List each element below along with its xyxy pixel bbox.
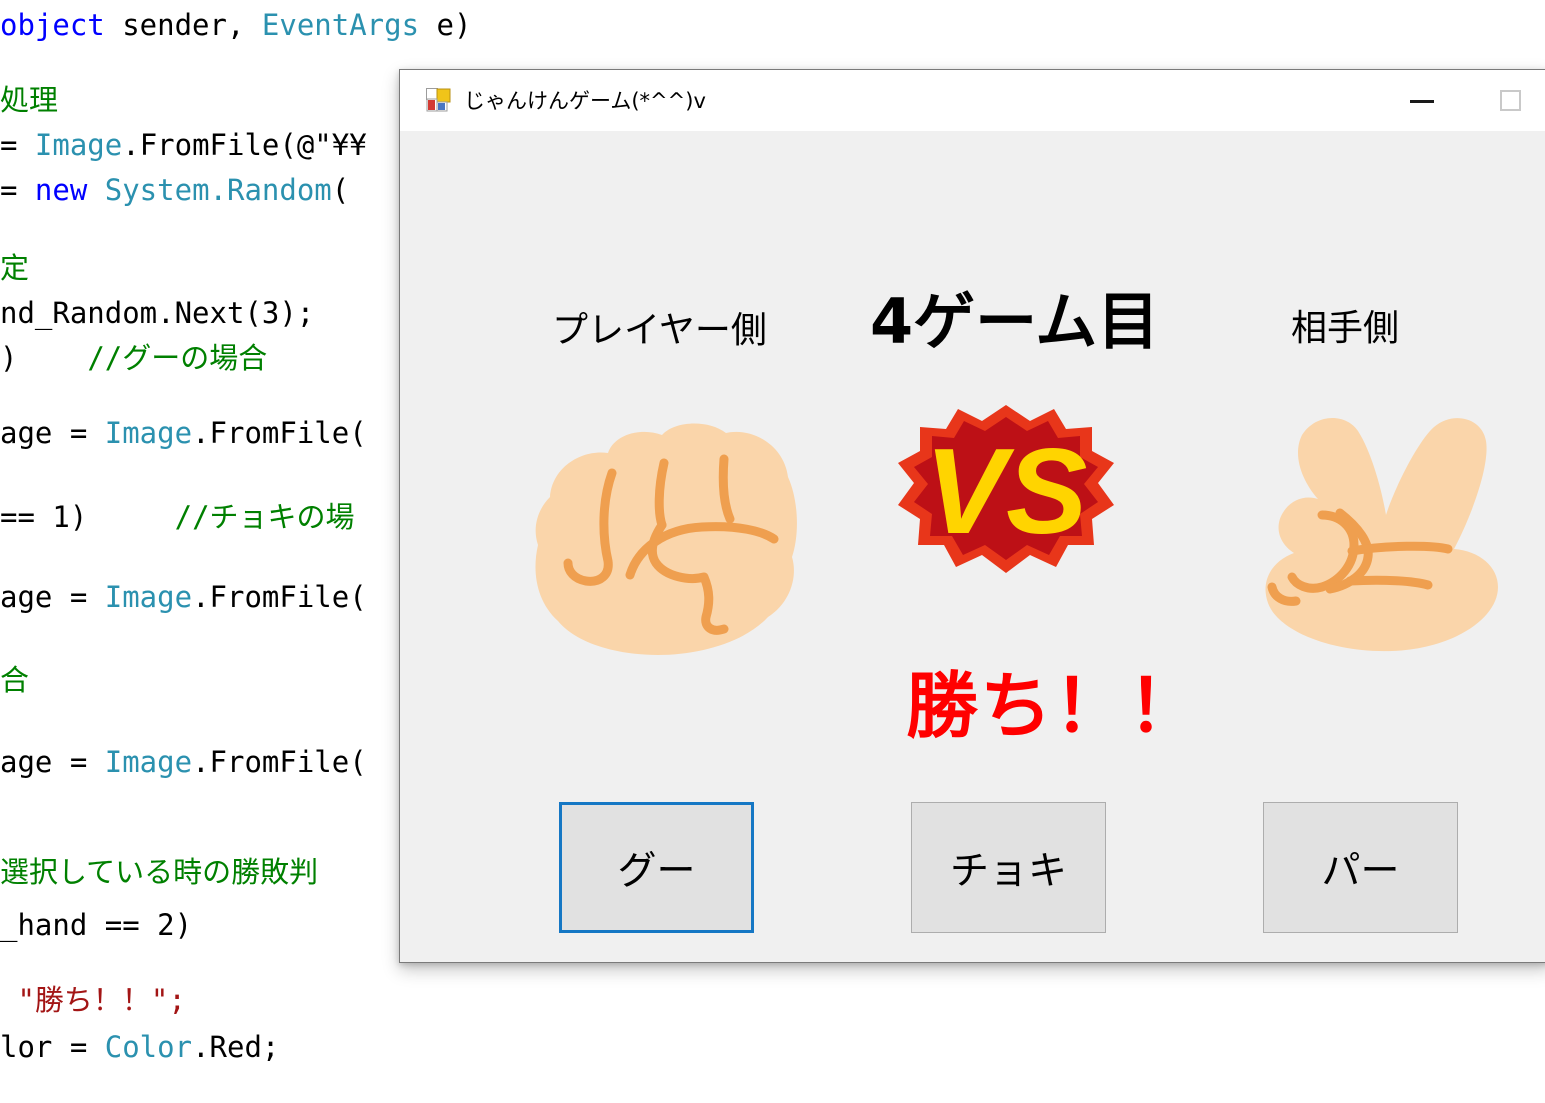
player-hand-picture — [512, 405, 808, 661]
code-token: ) — [0, 341, 88, 375]
jankenpon-game-window: じゃんけんゲーム(*^^)v プレイヤー側 4ゲーム目 相手側 VS 勝ち！！ … — [399, 69, 1545, 963]
code-line: _hand == 2) — [0, 900, 192, 950]
code-token: .FromFile(@"¥¥ — [122, 128, 367, 162]
opponent-hand-picture — [1236, 405, 1532, 661]
code-line: "勝ち！！"; — [0, 975, 186, 1025]
winforms-app-icon — [426, 88, 451, 113]
code-line: age = Image.FromFile( — [0, 572, 367, 622]
code-token: 処理 — [0, 83, 59, 117]
window-titlebar[interactable]: じゃんけんゲーム(*^^)v — [400, 70, 1545, 131]
maximize-button[interactable] — [1476, 70, 1545, 131]
rock-button[interactable]: グー — [559, 802, 754, 933]
minimize-icon — [1410, 99, 1434, 103]
code-token: 定 — [0, 251, 30, 285]
code-token: .FromFile( — [192, 416, 367, 450]
code-line: nd_Random.Next(3); — [0, 288, 314, 338]
code-token: System.Random — [104, 173, 332, 207]
game-count-label: 4ゲーム目 — [870, 285, 1160, 358]
code-token: ( — [331, 173, 350, 207]
vs-label: VS — [925, 423, 1088, 559]
code-line: 処理 — [0, 75, 58, 125]
scissors-button[interactable]: チョキ — [911, 802, 1106, 933]
opponent-side-label: 相手側 — [1291, 308, 1400, 349]
code-token: //チョキの場 — [174, 500, 355, 534]
code-token: 合 — [0, 663, 30, 697]
code-token: .Red; — [192, 1030, 280, 1064]
code-token: age = — [0, 416, 105, 450]
form-client-area: プレイヤー側 4ゲーム目 相手側 VS 勝ち！！ グー チョキ パー — [400, 131, 1545, 962]
code-token: Image — [34, 128, 123, 162]
code-token: Color — [104, 1030, 193, 1064]
code-token: lor = — [0, 1030, 105, 1064]
code-token: EventArgs — [261, 8, 437, 42]
code-token: nd_Random.Next(3); — [0, 296, 315, 330]
code-line: age = Image.FromFile( — [0, 408, 367, 458]
window-title: じゃんけんゲーム(*^^)v — [464, 89, 706, 113]
code-token: sender, — [122, 8, 262, 42]
result-label: 勝ち！！ — [906, 664, 1203, 748]
code-token: == 1) — [0, 500, 175, 534]
code-token: Image — [104, 745, 193, 779]
code-token: age = — [0, 580, 105, 614]
maximize-icon — [1500, 89, 1521, 111]
code-token: _hand == 2) — [0, 908, 193, 942]
code-line: age = Image.FromFile( — [0, 737, 367, 787]
code-token: //グーの場合 — [87, 341, 268, 375]
paper-button[interactable]: パー — [1263, 802, 1458, 933]
code-token: 選択している時の勝敗判 — [0, 855, 319, 889]
code-line: == 1) //チョキの場 — [0, 492, 355, 542]
code-line: 定 — [0, 243, 29, 293]
code-line: 合 — [0, 655, 29, 705]
code-line: 選択している時の勝敗判 — [0, 847, 318, 897]
code-line: = new System.Random( — [0, 165, 349, 215]
code-token: .FromFile( — [192, 580, 367, 614]
minimize-button[interactable] — [1387, 70, 1457, 131]
vs-badge: VS — [896, 403, 1116, 575]
code-token: e) — [436, 8, 472, 42]
code-token: age = — [0, 745, 105, 779]
player-side-label: プレイヤー側 — [552, 310, 767, 351]
code-line: object sender, EventArgs e) — [0, 0, 471, 50]
code-token: = — [0, 128, 35, 162]
code-line: lor = Color.Red; — [0, 1022, 279, 1072]
code-token: = — [0, 173, 35, 207]
code-token: object — [0, 8, 123, 42]
code-token: .FromFile( — [192, 745, 367, 779]
code-line: = Image.FromFile(@"¥¥ — [0, 120, 367, 170]
code-line: ) //グーの場合 — [0, 333, 267, 383]
code-token: Image — [104, 580, 193, 614]
code-token: Image — [104, 416, 193, 450]
code-token: "勝ち！！"; — [0, 983, 186, 1017]
code-token: new — [34, 173, 105, 207]
